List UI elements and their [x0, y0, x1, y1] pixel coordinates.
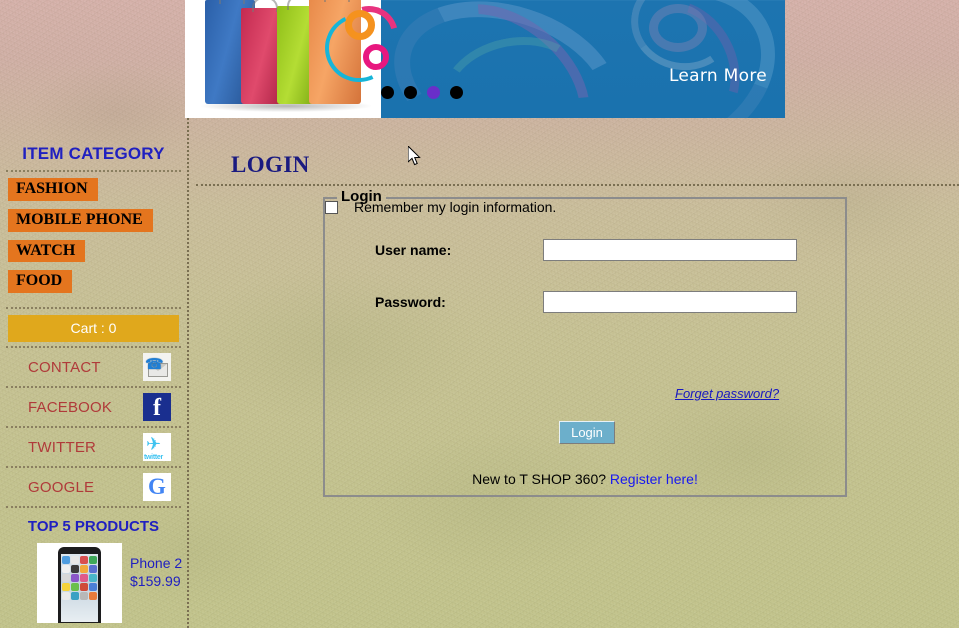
login-submit-button[interactable]: Login: [559, 421, 615, 444]
social-row-contact[interactable]: CONTACT ☎: [6, 348, 181, 389]
top-products-heading: TOP 5 PRODUCTS: [27, 518, 160, 536]
product-info: Phone 2 $159.99: [122, 543, 182, 590]
banner-carousel-dots[interactable]: [381, 86, 463, 99]
banner-decor-dot-orange: [345, 10, 375, 40]
banner-ellipse-1: [649, 4, 707, 52]
app-icon: [62, 556, 70, 565]
app-icon: [62, 565, 70, 574]
product-price: $159.99: [130, 572, 181, 589]
phone-envelope-icon[interactable]: ☎: [143, 353, 171, 382]
app-icon: [89, 583, 97, 592]
banner-blue-panel: Learn More: [381, 0, 785, 118]
carousel-dot-2[interactable]: [404, 86, 417, 99]
password-label: Password:: [375, 294, 446, 310]
google-icon[interactable]: G: [143, 473, 171, 502]
top-product-list-item[interactable]: Phone 2 $159.99: [0, 543, 187, 624]
username-row: User name:: [375, 239, 797, 261]
remember-me-row: Remember my login information.: [325, 199, 845, 215]
twitter-icon[interactable]: ✈ twitter: [143, 433, 171, 462]
category-list: FASHION MOBILE PHONE WATCH FOOD: [0, 172, 187, 307]
phone-screen: [61, 554, 98, 623]
app-icon: [62, 592, 70, 601]
carousel-dot-1[interactable]: [381, 86, 394, 99]
app-icon: [80, 556, 88, 565]
social-label-contact[interactable]: CONTACT: [28, 359, 101, 376]
app-icon: [62, 574, 70, 583]
main-header-divider: [196, 184, 959, 186]
app-icon: [80, 592, 88, 601]
login-form-fieldset: Login User name: Password: Remember my l…: [323, 188, 847, 497]
password-input[interactable]: [543, 291, 797, 313]
category-item-fashion[interactable]: FASHION: [8, 178, 98, 201]
phone-glyph: ☎: [145, 356, 164, 374]
product-thumbnail[interactable]: [37, 543, 122, 624]
cart-section: Cart : 0: [0, 309, 187, 346]
social-label-google[interactable]: GOOGLE: [28, 479, 94, 496]
carousel-dot-4[interactable]: [450, 86, 463, 99]
register-link[interactable]: Register here!: [610, 471, 698, 487]
app-icon: [80, 574, 88, 583]
forget-password-link[interactable]: Forget password?: [675, 386, 779, 401]
app-icon: [71, 574, 79, 583]
social-row-twitter[interactable]: TWITTER ✈ twitter: [6, 428, 181, 469]
app-icon: [89, 565, 97, 574]
promo-banner[interactable]: Learn More: [185, 0, 785, 118]
app-icon: [89, 556, 97, 565]
app-icon: [89, 592, 97, 601]
category-item-food[interactable]: FOOD: [8, 270, 73, 294]
app-icon: [71, 556, 79, 565]
app-icon: [71, 592, 79, 601]
category-item-mobile-phone[interactable]: MOBILE PHONE: [8, 208, 153, 232]
banner-decor-dot-magenta: [363, 44, 389, 70]
app-icon: [80, 565, 88, 574]
social-label-facebook[interactable]: FACEBOOK: [28, 399, 112, 416]
sidebar: ITEM CATEGORY FASHION MOBILE PHONE WATCH…: [0, 140, 187, 624]
banner-learn-more-label[interactable]: Learn More: [669, 66, 767, 86]
username-label: User name:: [375, 242, 452, 258]
category-item-watch[interactable]: WATCH: [8, 239, 86, 263]
login-form-legend: Login: [337, 188, 386, 205]
app-icon: [80, 583, 88, 592]
twitter-bird-glyph: ✈: [146, 434, 162, 455]
social-label-twitter[interactable]: TWITTER: [28, 439, 96, 456]
social-links-list: CONTACT ☎ FACEBOOK f TWITTER ✈ twitter G…: [6, 346, 181, 509]
username-input[interactable]: [543, 239, 797, 261]
cart-button[interactable]: Cart : 0: [8, 315, 179, 343]
page-title: LOGIN: [231, 152, 310, 177]
register-prompt-row: New to T SHOP 360? Register here!: [325, 471, 845, 487]
facebook-icon[interactable]: f: [143, 393, 171, 422]
twitter-wordmark: twitter: [144, 454, 163, 462]
item-category-heading: ITEM CATEGORY: [22, 144, 165, 163]
app-icon: [71, 565, 79, 574]
product-name[interactable]: Phone 2: [130, 555, 182, 573]
social-row-facebook[interactable]: FACEBOOK f: [6, 388, 181, 429]
app-icon: [89, 574, 97, 583]
app-icon: [62, 583, 70, 592]
sidebar-vertical-divider: [187, 118, 189, 628]
app-icon: [71, 583, 79, 592]
password-row: Password:: [375, 291, 797, 313]
carousel-dot-3-active[interactable]: [427, 86, 440, 99]
register-prompt-text: New to T SHOP 360?: [472, 471, 607, 487]
phone-image: [58, 547, 101, 624]
social-row-google[interactable]: GOOGLE G: [6, 468, 181, 509]
